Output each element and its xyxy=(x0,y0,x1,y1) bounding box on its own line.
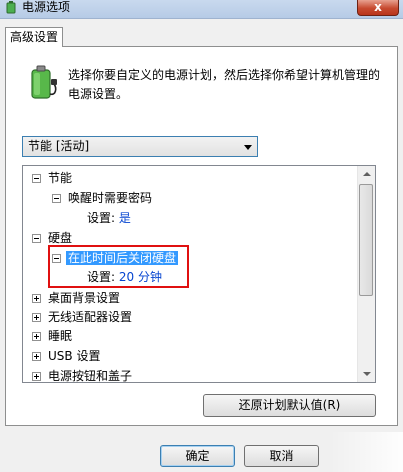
tree-item-usb[interactable]: USB 设置 xyxy=(48,347,100,365)
expand-desktop-bg-icon[interactable] xyxy=(32,294,41,303)
window-title: 电源选项 xyxy=(22,0,71,14)
tree-item-wireless[interactable]: 无线适配器设置 xyxy=(48,308,132,326)
collapse-wake-password-icon[interactable] xyxy=(52,194,61,203)
collapse-turn-off-hd-icon[interactable] xyxy=(52,254,61,263)
expand-wireless-icon[interactable] xyxy=(32,313,41,322)
close-button[interactable]: x xyxy=(357,0,399,16)
ok-button[interactable]: 确定 xyxy=(160,445,235,467)
selected-label: 在此时间后关闭硬盘 xyxy=(66,251,179,265)
setting-value[interactable]: 是 xyxy=(119,211,131,225)
scroll-up-icon[interactable] xyxy=(358,166,375,183)
tree-item-hard-disk[interactable]: 硬盘 xyxy=(48,229,72,247)
intro-description: 选择你要自定义的电源计划，然后选择你希望计算机管理的电源设置。 xyxy=(68,68,381,101)
power-plan-selected: 节能 [活动] xyxy=(28,139,90,153)
expand-sleep-icon[interactable] xyxy=(32,332,41,341)
cancel-button[interactable]: 取消 xyxy=(244,445,319,467)
tree-item-energy[interactable]: 节能 xyxy=(48,169,72,187)
tab-advanced-settings[interactable]: 高级设置 xyxy=(5,27,63,47)
scroll-down-icon[interactable] xyxy=(358,365,375,382)
tree-item-wake-password[interactable]: 唤醒时需要密码 xyxy=(68,189,152,207)
settings-tree[interactable]: 节能 唤醒时需要密码 设置: 是 硬盘 在此时间后关闭硬盘 设置: 20 分钟 … xyxy=(22,165,376,383)
tree-item-desktop-bg[interactable]: 桌面背景设置 xyxy=(48,289,120,307)
title-bar: 电源选项 x xyxy=(0,0,403,19)
watermark-fade xyxy=(330,432,403,472)
restore-defaults-button[interactable]: 还原计划默认值(R) xyxy=(203,394,376,417)
tree-item-sleep[interactable]: 睡眠 xyxy=(48,327,72,345)
expand-power-buttons-icon[interactable] xyxy=(32,372,41,381)
expand-usb-icon[interactable] xyxy=(32,352,41,361)
setting-value[interactable]: 20 分钟 xyxy=(119,270,162,284)
collapse-energy-icon[interactable] xyxy=(32,174,41,183)
setting-label: 设置: xyxy=(87,270,116,284)
tree-scrollbar[interactable] xyxy=(357,166,375,382)
setting-label: 设置: xyxy=(87,211,116,225)
collapse-hard-disk-icon[interactable] xyxy=(32,234,41,243)
power-plan-dropdown[interactable]: 节能 [活动] xyxy=(22,136,258,157)
tree-item-turn-off-hd[interactable]: 在此时间后关闭硬盘 xyxy=(66,249,179,267)
turn-off-hd-setting[interactable]: 设置: 20 分钟 xyxy=(87,268,162,286)
tree-item-power-buttons[interactable]: 电源按钮和盖子 xyxy=(48,367,132,382)
power-options-icon xyxy=(6,1,16,14)
wake-password-setting[interactable]: 设置: 是 xyxy=(87,209,131,227)
scroll-thumb[interactable] xyxy=(359,184,373,296)
battery-plug-icon xyxy=(31,65,57,99)
chevron-down-icon xyxy=(244,145,252,150)
